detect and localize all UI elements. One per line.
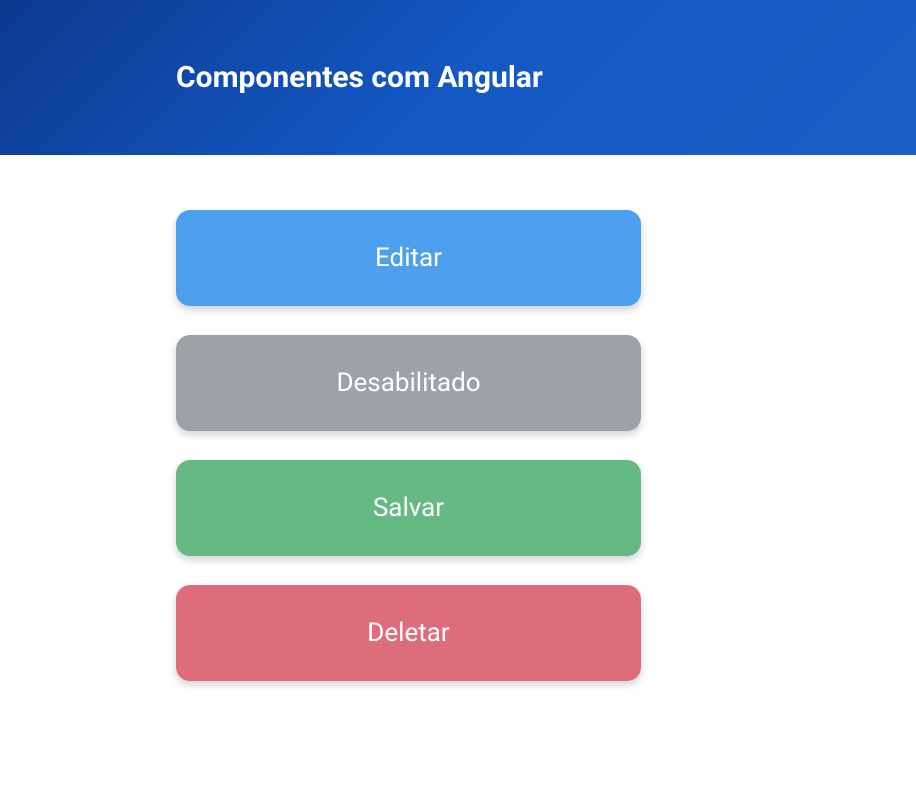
edit-button[interactable]: Editar: [176, 210, 641, 306]
save-button[interactable]: Salvar: [176, 460, 641, 556]
header: Componentes com Angular: [0, 0, 916, 155]
disabled-button: Desabilitado: [176, 335, 641, 431]
delete-button[interactable]: Deletar: [176, 585, 641, 681]
page-title: Componentes com Angular: [176, 60, 543, 95]
content-area: Editar Desabilitado Salvar Deletar: [0, 155, 916, 681]
